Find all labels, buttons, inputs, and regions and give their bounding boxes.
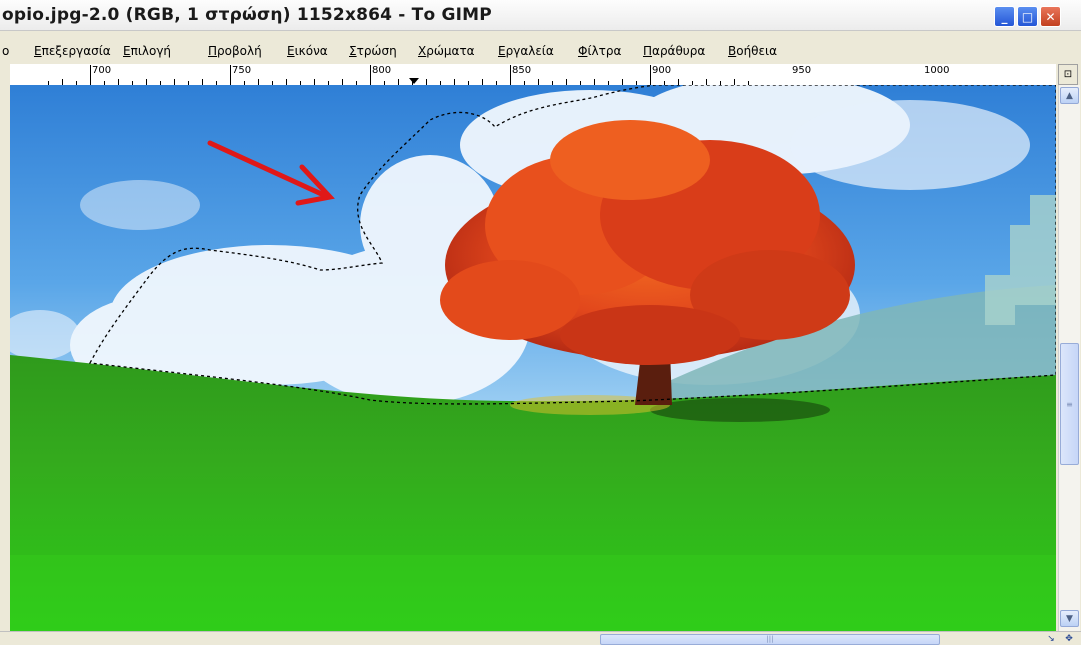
- scroll-down-button[interactable]: ▼: [1060, 610, 1079, 627]
- image-content: [10, 85, 1056, 631]
- tree-shadow: [650, 398, 830, 422]
- menu-colors-accel: Χ: [418, 44, 427, 58]
- image-canvas[interactable]: [10, 85, 1056, 631]
- menu-tools-label: ργαλεία: [505, 44, 554, 58]
- window-title: opio.jpg-2.0 (RGB, 1 στρώση) 1152x864 - …: [2, 5, 492, 25]
- menu-help[interactable]: Βοήθεια: [728, 44, 777, 58]
- menu-help-label: οήθεια: [736, 44, 777, 58]
- menu-view-label: ροβολή: [217, 44, 262, 58]
- menu-view-accel: Π: [208, 44, 218, 58]
- horizontal-scrollbar[interactable]: ||| ↘ ✥: [0, 631, 1081, 645]
- navigate-icon[interactable]: ✥: [1062, 633, 1076, 645]
- vertical-scrollbar[interactable]: ▲ ≡ ▼: [1058, 85, 1080, 631]
- menu-view[interactable]: Προβολή: [208, 44, 262, 58]
- menu-bar: ο Επεξεργασία Επιλογή Προβολή Εικόνα Στρ…: [0, 42, 1081, 62]
- ruler-label: 800: [372, 65, 392, 76]
- menu-tools-accel: Ε: [498, 44, 506, 58]
- menu-filters[interactable]: Φίλτρα: [578, 44, 621, 58]
- horizontal-ruler[interactable]: 700 750 800 850 900 950 1000: [10, 64, 1056, 86]
- menu-image-label: ικόνα: [294, 44, 328, 58]
- menu-edit-accel: Ε: [34, 44, 42, 58]
- menu-select-label: πιλογή: [130, 44, 172, 58]
- vertical-scroll-thumb[interactable]: ≡: [1060, 343, 1079, 465]
- menu-colors-label: ρώματα: [426, 44, 475, 58]
- ruler-tick: [370, 65, 371, 85]
- ruler-label: 950: [792, 65, 812, 76]
- menu-select[interactable]: Επιλογή: [123, 44, 171, 58]
- menu-colors[interactable]: Χρώματα: [418, 44, 475, 58]
- menu-layer-label: τρώση: [356, 44, 397, 58]
- horizontal-scroll-thumb[interactable]: |||: [600, 634, 940, 645]
- grass-highlight: [10, 555, 1056, 631]
- menu-windows[interactable]: Παράθυρα: [643, 44, 705, 58]
- menu-layer-accel: Σ: [349, 44, 357, 58]
- quickmask-icon[interactable]: ↘: [1044, 633, 1058, 645]
- menu-edit-label: πεξεργασία: [41, 44, 111, 58]
- ruler-tick: [650, 65, 651, 85]
- scroll-up-button[interactable]: ▲: [1060, 87, 1079, 104]
- zoom-icon[interactable]: ⊡: [1058, 64, 1078, 85]
- title-bar: opio.jpg-2.0 (RGB, 1 στρώση) 1152x864 - …: [0, 0, 1081, 31]
- ruler-tick: [90, 65, 91, 85]
- menu-tools[interactable]: Εργαλεία: [498, 44, 554, 58]
- ruler-label: 900: [652, 65, 672, 76]
- pointer-position-marker: [409, 78, 419, 84]
- menu-windows-label: αράθυρα: [652, 44, 706, 58]
- menu-file-label: ο: [2, 44, 10, 58]
- close-button[interactable]: ✕: [1040, 6, 1061, 27]
- ruler-tick: [510, 65, 511, 85]
- ruler-label: 750: [232, 65, 252, 76]
- minimize-button[interactable]: _: [994, 6, 1015, 27]
- menu-filters-label: ίλτρα: [587, 44, 622, 58]
- ruler-tick: [230, 65, 231, 85]
- menu-help-accel: Β: [728, 44, 737, 58]
- ruler-label: 850: [512, 65, 532, 76]
- menu-select-accel: Ε: [123, 44, 131, 58]
- menu-windows-accel: Π: [643, 44, 653, 58]
- ruler-label: 700: [92, 65, 112, 76]
- menu-image-accel: Ε: [287, 44, 295, 58]
- menu-file[interactable]: ο: [2, 44, 9, 58]
- menu-image[interactable]: Εικόνα: [287, 44, 328, 58]
- menu-edit[interactable]: Επεξεργασία: [34, 44, 111, 58]
- maximize-button[interactable]: □: [1017, 6, 1038, 27]
- menu-layer[interactable]: Στρώση: [349, 44, 397, 58]
- ruler-label: 1000: [924, 65, 950, 76]
